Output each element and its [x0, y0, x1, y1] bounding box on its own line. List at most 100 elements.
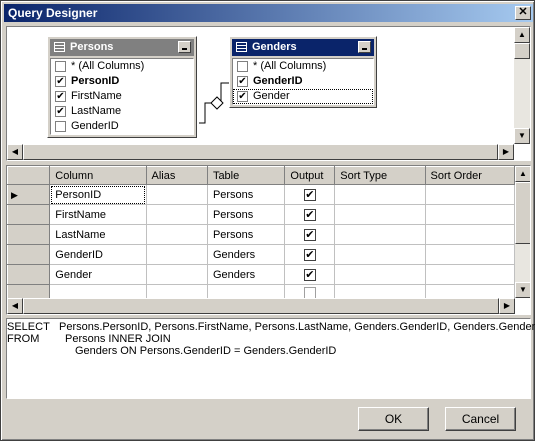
- output-checkbox[interactable]: ✔: [303, 248, 316, 261]
- persons-column-item[interactable]: * (All Columns): [51, 59, 193, 74]
- scroll-down-icon[interactable]: ▼: [514, 128, 530, 144]
- scroll-thumb[interactable]: [23, 298, 499, 314]
- table-cell[interactable]: Genders: [206, 244, 286, 265]
- output-checkbox[interactable]: [303, 287, 316, 298]
- output-checkbox[interactable]: ✔: [303, 268, 316, 281]
- grid-header-table[interactable]: Table: [206, 166, 286, 185]
- grid-row[interactable]: LastName Persons ✔: [7, 224, 515, 245]
- persons-table-box[interactable]: Persons * (All Columns) ✔ PersonID ✔ FirstNa…: [47, 36, 197, 138]
- column-checkbox[interactable]: ✔: [237, 76, 248, 87]
- sort-order-cell[interactable]: [424, 184, 515, 205]
- alias-cell[interactable]: [145, 184, 208, 205]
- empty-cell[interactable]: [334, 284, 426, 298]
- persons-column-item[interactable]: ✔ PersonID: [51, 74, 193, 89]
- output-cell[interactable]: ✔: [284, 244, 336, 265]
- row-selector[interactable]: [7, 204, 51, 225]
- column-cell[interactable]: LastName: [49, 224, 147, 245]
- scroll-up-icon[interactable]: ▲: [515, 166, 530, 182]
- grid-header-output[interactable]: Output: [284, 166, 336, 185]
- column-cell[interactable]: PersonID: [49, 184, 147, 205]
- output-checkbox[interactable]: ✔: [303, 208, 316, 221]
- scroll-thumb[interactable]: [23, 144, 498, 160]
- column-checkbox[interactable]: ✔: [55, 106, 66, 117]
- cancel-button[interactable]: Cancel: [445, 407, 516, 431]
- sql-pane[interactable]: SELECT Persons.PersonID, Persons.FirstNam…: [6, 318, 535, 399]
- minimize-icon[interactable]: [178, 41, 191, 53]
- sort-order-cell[interactable]: [424, 244, 515, 265]
- table-cell[interactable]: Persons: [206, 184, 286, 205]
- sort-type-cell[interactable]: [334, 224, 426, 245]
- scroll-thumb[interactable]: [514, 43, 530, 59]
- alias-cell[interactable]: [145, 244, 208, 265]
- close-icon[interactable]: ✕: [515, 6, 531, 20]
- output-checkbox[interactable]: ✔: [303, 228, 316, 241]
- empty-cell[interactable]: [145, 284, 208, 298]
- scroll-left-icon[interactable]: ◀: [7, 144, 23, 160]
- minimize-icon[interactable]: [358, 41, 371, 53]
- empty-cell[interactable]: [206, 284, 286, 298]
- column-cell[interactable]: FirstName: [49, 204, 147, 225]
- persons-column-item[interactable]: GenderID: [51, 119, 193, 134]
- output-cell[interactable]: ✔: [284, 224, 336, 245]
- table-cell[interactable]: Persons: [206, 204, 286, 225]
- genders-table-box[interactable]: Genders * (All Columns) ✔ GenderID ✔ Gender: [229, 36, 377, 108]
- grid-header-sort-order[interactable]: Sort Order: [424, 166, 515, 185]
- sort-type-cell[interactable]: [334, 184, 426, 205]
- empty-cell[interactable]: [284, 284, 336, 298]
- sort-type-cell[interactable]: [334, 204, 426, 225]
- empty-cell[interactable]: [49, 284, 147, 298]
- output-cell[interactable]: ✔: [284, 264, 336, 285]
- column-checkbox[interactable]: ✔: [237, 91, 248, 102]
- criteria-grid-pane[interactable]: Column Alias Table Output Sort Type Sort Orde…: [6, 165, 531, 315]
- genders-column-item[interactable]: * (All Columns): [233, 59, 373, 74]
- sort-order-cell[interactable]: [424, 224, 515, 245]
- grid-row[interactable]: FirstName Persons ✔: [7, 204, 515, 225]
- column-checkbox[interactable]: ✔: [55, 76, 66, 87]
- diagram-pane[interactable]: Persons * (All Columns) ✔ PersonID ✔ FirstNa…: [6, 26, 531, 161]
- row-selector[interactable]: [7, 284, 51, 298]
- column-cell[interactable]: Gender: [49, 264, 147, 285]
- diagram-horizontal-scrollbar[interactable]: ◀ ▶: [7, 144, 514, 160]
- diagram-vertical-scrollbar[interactable]: ▲ ▼: [514, 27, 530, 144]
- output-checkbox[interactable]: ✔: [303, 188, 316, 201]
- row-selector[interactable]: [7, 264, 51, 285]
- ok-button[interactable]: OK: [358, 407, 429, 431]
- genders-column-item[interactable]: ✔ Gender: [233, 89, 373, 104]
- row-selector[interactable]: [7, 224, 51, 245]
- alias-cell[interactable]: [145, 224, 208, 245]
- grid-row[interactable]: ▶ PersonID Persons ✔: [7, 184, 515, 205]
- grid-vertical-scrollbar[interactable]: ▲ ▼: [515, 166, 530, 298]
- column-checkbox[interactable]: [237, 61, 248, 72]
- alias-cell[interactable]: [145, 204, 208, 225]
- column-cell[interactable]: GenderID: [49, 244, 147, 265]
- grid-row[interactable]: GenderID Genders ✔: [7, 244, 515, 265]
- scroll-thumb[interactable]: [515, 182, 530, 244]
- column-checkbox[interactable]: [55, 121, 66, 132]
- grid-row[interactable]: [7, 284, 515, 298]
- grid-horizontal-scrollbar[interactable]: ◀ ▶: [7, 298, 515, 314]
- persons-table-header[interactable]: Persons: [50, 39, 194, 56]
- table-cell[interactable]: Genders: [206, 264, 286, 285]
- sort-order-cell[interactable]: [424, 264, 515, 285]
- row-selector[interactable]: [7, 244, 51, 265]
- persons-column-item[interactable]: ✔ FirstName: [51, 89, 193, 104]
- scroll-down-icon[interactable]: ▼: [515, 282, 530, 298]
- grid-row[interactable]: Gender Genders ✔: [7, 264, 515, 285]
- empty-cell[interactable]: [424, 284, 515, 298]
- row-selector[interactable]: ▶: [7, 184, 51, 205]
- genders-table-header[interactable]: Genders: [232, 39, 374, 56]
- column-checkbox[interactable]: ✔: [55, 91, 66, 102]
- output-cell[interactable]: ✔: [284, 204, 336, 225]
- grid-header-sort-type[interactable]: Sort Type: [334, 166, 426, 185]
- sort-order-cell[interactable]: [424, 204, 515, 225]
- scroll-right-icon[interactable]: ▶: [499, 298, 515, 314]
- grid-header-column[interactable]: Column: [49, 166, 147, 185]
- genders-column-item[interactable]: ✔ GenderID: [233, 74, 373, 89]
- output-cell[interactable]: ✔: [284, 184, 336, 205]
- scroll-up-icon[interactable]: ▲: [514, 27, 530, 43]
- grid-header-alias[interactable]: Alias: [145, 166, 208, 185]
- sort-type-cell[interactable]: [334, 244, 426, 265]
- scroll-left-icon[interactable]: ◀: [7, 298, 23, 314]
- column-checkbox[interactable]: [55, 61, 66, 72]
- persons-column-item[interactable]: ✔ LastName: [51, 104, 193, 119]
